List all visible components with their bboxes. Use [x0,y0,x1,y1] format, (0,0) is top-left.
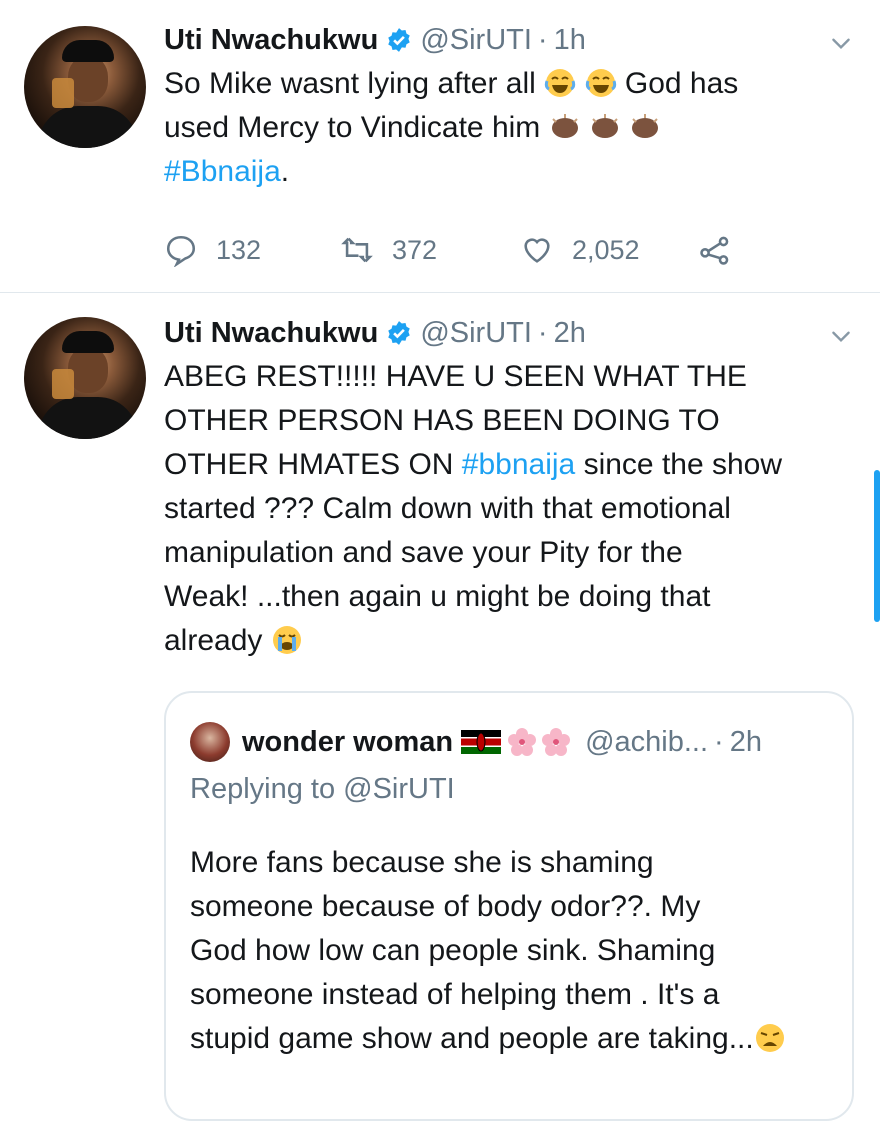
like-button[interactable]: 2,052 [520,228,640,272]
tweet-header: Uti Nwachukwu @SirUTI · 1h [164,20,586,60]
chevron-down-icon[interactable] [828,30,854,56]
quoted-timestamp: 2h [729,725,762,758]
verified-badge-icon [388,321,411,345]
separator-dot: · [714,725,724,758]
tweet-text-line: manipulation and save your Pity for the [164,536,683,569]
tweet-text-line: So Mike wasnt lying after all [164,67,536,100]
tweet-text-line: Weak! ...then again u might be doing tha… [164,580,711,613]
avatar[interactable] [24,26,146,148]
author-handle[interactable]: @SirUTI [420,317,532,350]
reply-button[interactable]: 132 [164,228,261,272]
author-name[interactable]: Uti Nwachukwu [164,24,378,57]
quoted-text-line: someone instead of helping them . It's a [190,978,720,1011]
tweet-text-line: started ??? Calm down with that emotiona… [164,492,731,525]
verified-badge-icon [388,28,411,52]
hashtag-link[interactable]: #bbnaija [462,448,575,481]
retweet-button[interactable]: 372 [340,228,437,272]
share-icon [700,236,729,265]
separator-dot: · [537,316,548,349]
tweet[interactable]: Uti Nwachukwu @SirUTI · 2h ABEG REST!!!!… [0,293,880,1121]
cherry-blossom-icon [508,728,537,756]
tweet-text-line: OTHER HMATES ON [164,448,462,481]
tweet-text-line: God has [624,67,739,100]
quoted-author-handle: @achib... [585,725,709,758]
timestamp[interactable]: 1h [554,24,586,57]
avatar[interactable] [24,317,146,439]
chevron-down-icon[interactable] [828,323,854,349]
tweet-text-line: . [280,155,290,188]
share-button[interactable] [698,228,750,272]
quoted-tweet-text: More fans because she is shaming someone… [190,841,840,1061]
replying-to[interactable]: Replying to @SirUTI [190,773,455,806]
clapping-hands-icon [551,114,578,138]
tweet[interactable]: Uti Nwachukwu @SirUTI · 1h So Mike wasnt… [0,0,880,293]
retweet-count: 372 [392,234,438,265]
tweet-text-line: already [164,624,263,657]
tweet-text-line: since the show [575,448,783,481]
like-count: 2,052 [572,234,640,265]
loudly-crying-emoji-icon [272,626,301,654]
tweet-header: Uti Nwachukwu @SirUTI · 2h [164,313,586,353]
quoted-text-line: stupid game show and people are taking..… [190,1022,754,1055]
joy-emoji-icon [585,69,616,97]
clapping-hands-icon [632,114,659,138]
tweet-actions: 132 372 2,052 [164,228,764,272]
kenya-flag-icon [461,730,502,754]
reply-icon [166,235,196,267]
cherry-blossom-icon [542,728,571,756]
quoted-author-name: wonder woman [242,725,454,758]
hashtag-link[interactable]: #Bbnaija [164,155,281,188]
quoted-tweet[interactable]: wonder woman @achib... · 2h Replying to … [164,691,854,1121]
quoted-text-line: More fans because she is shaming [190,846,654,879]
weary-face-emoji-icon [755,1024,784,1052]
tweet-text-line: used Mercy to Vindicate him [164,111,541,144]
joy-emoji-icon [545,69,576,97]
author-handle[interactable]: @SirUTI [420,24,532,57]
quoted-tweet-header: wonder woman @achib... · 2h [190,721,762,763]
quoted-avatar[interactable] [190,722,230,762]
tweet-text: ABEG REST!!!!! HAVE U SEEN WHAT THE OTHE… [164,355,854,663]
scrollbar[interactable] [874,470,880,622]
retweet-icon [341,237,373,263]
quoted-text-line: God how low can people sink. Shaming [190,934,716,967]
heart-icon [524,238,550,263]
timestamp[interactable]: 2h [554,317,586,350]
separator-dot: · [537,23,548,56]
clapping-hands-icon [591,114,618,138]
author-name[interactable]: Uti Nwachukwu [164,317,378,350]
quoted-text-line: someone because of body odor??. My [190,890,701,923]
tweet-text: So Mike wasnt lying after all God has us… [164,62,854,194]
reply-count: 132 [216,234,262,265]
tweet-text-line: ABEG REST!!!!! HAVE U SEEN WHAT THE [164,360,747,393]
tweet-text-line: OTHER PERSON HAS BEEN DOING TO [164,404,720,437]
